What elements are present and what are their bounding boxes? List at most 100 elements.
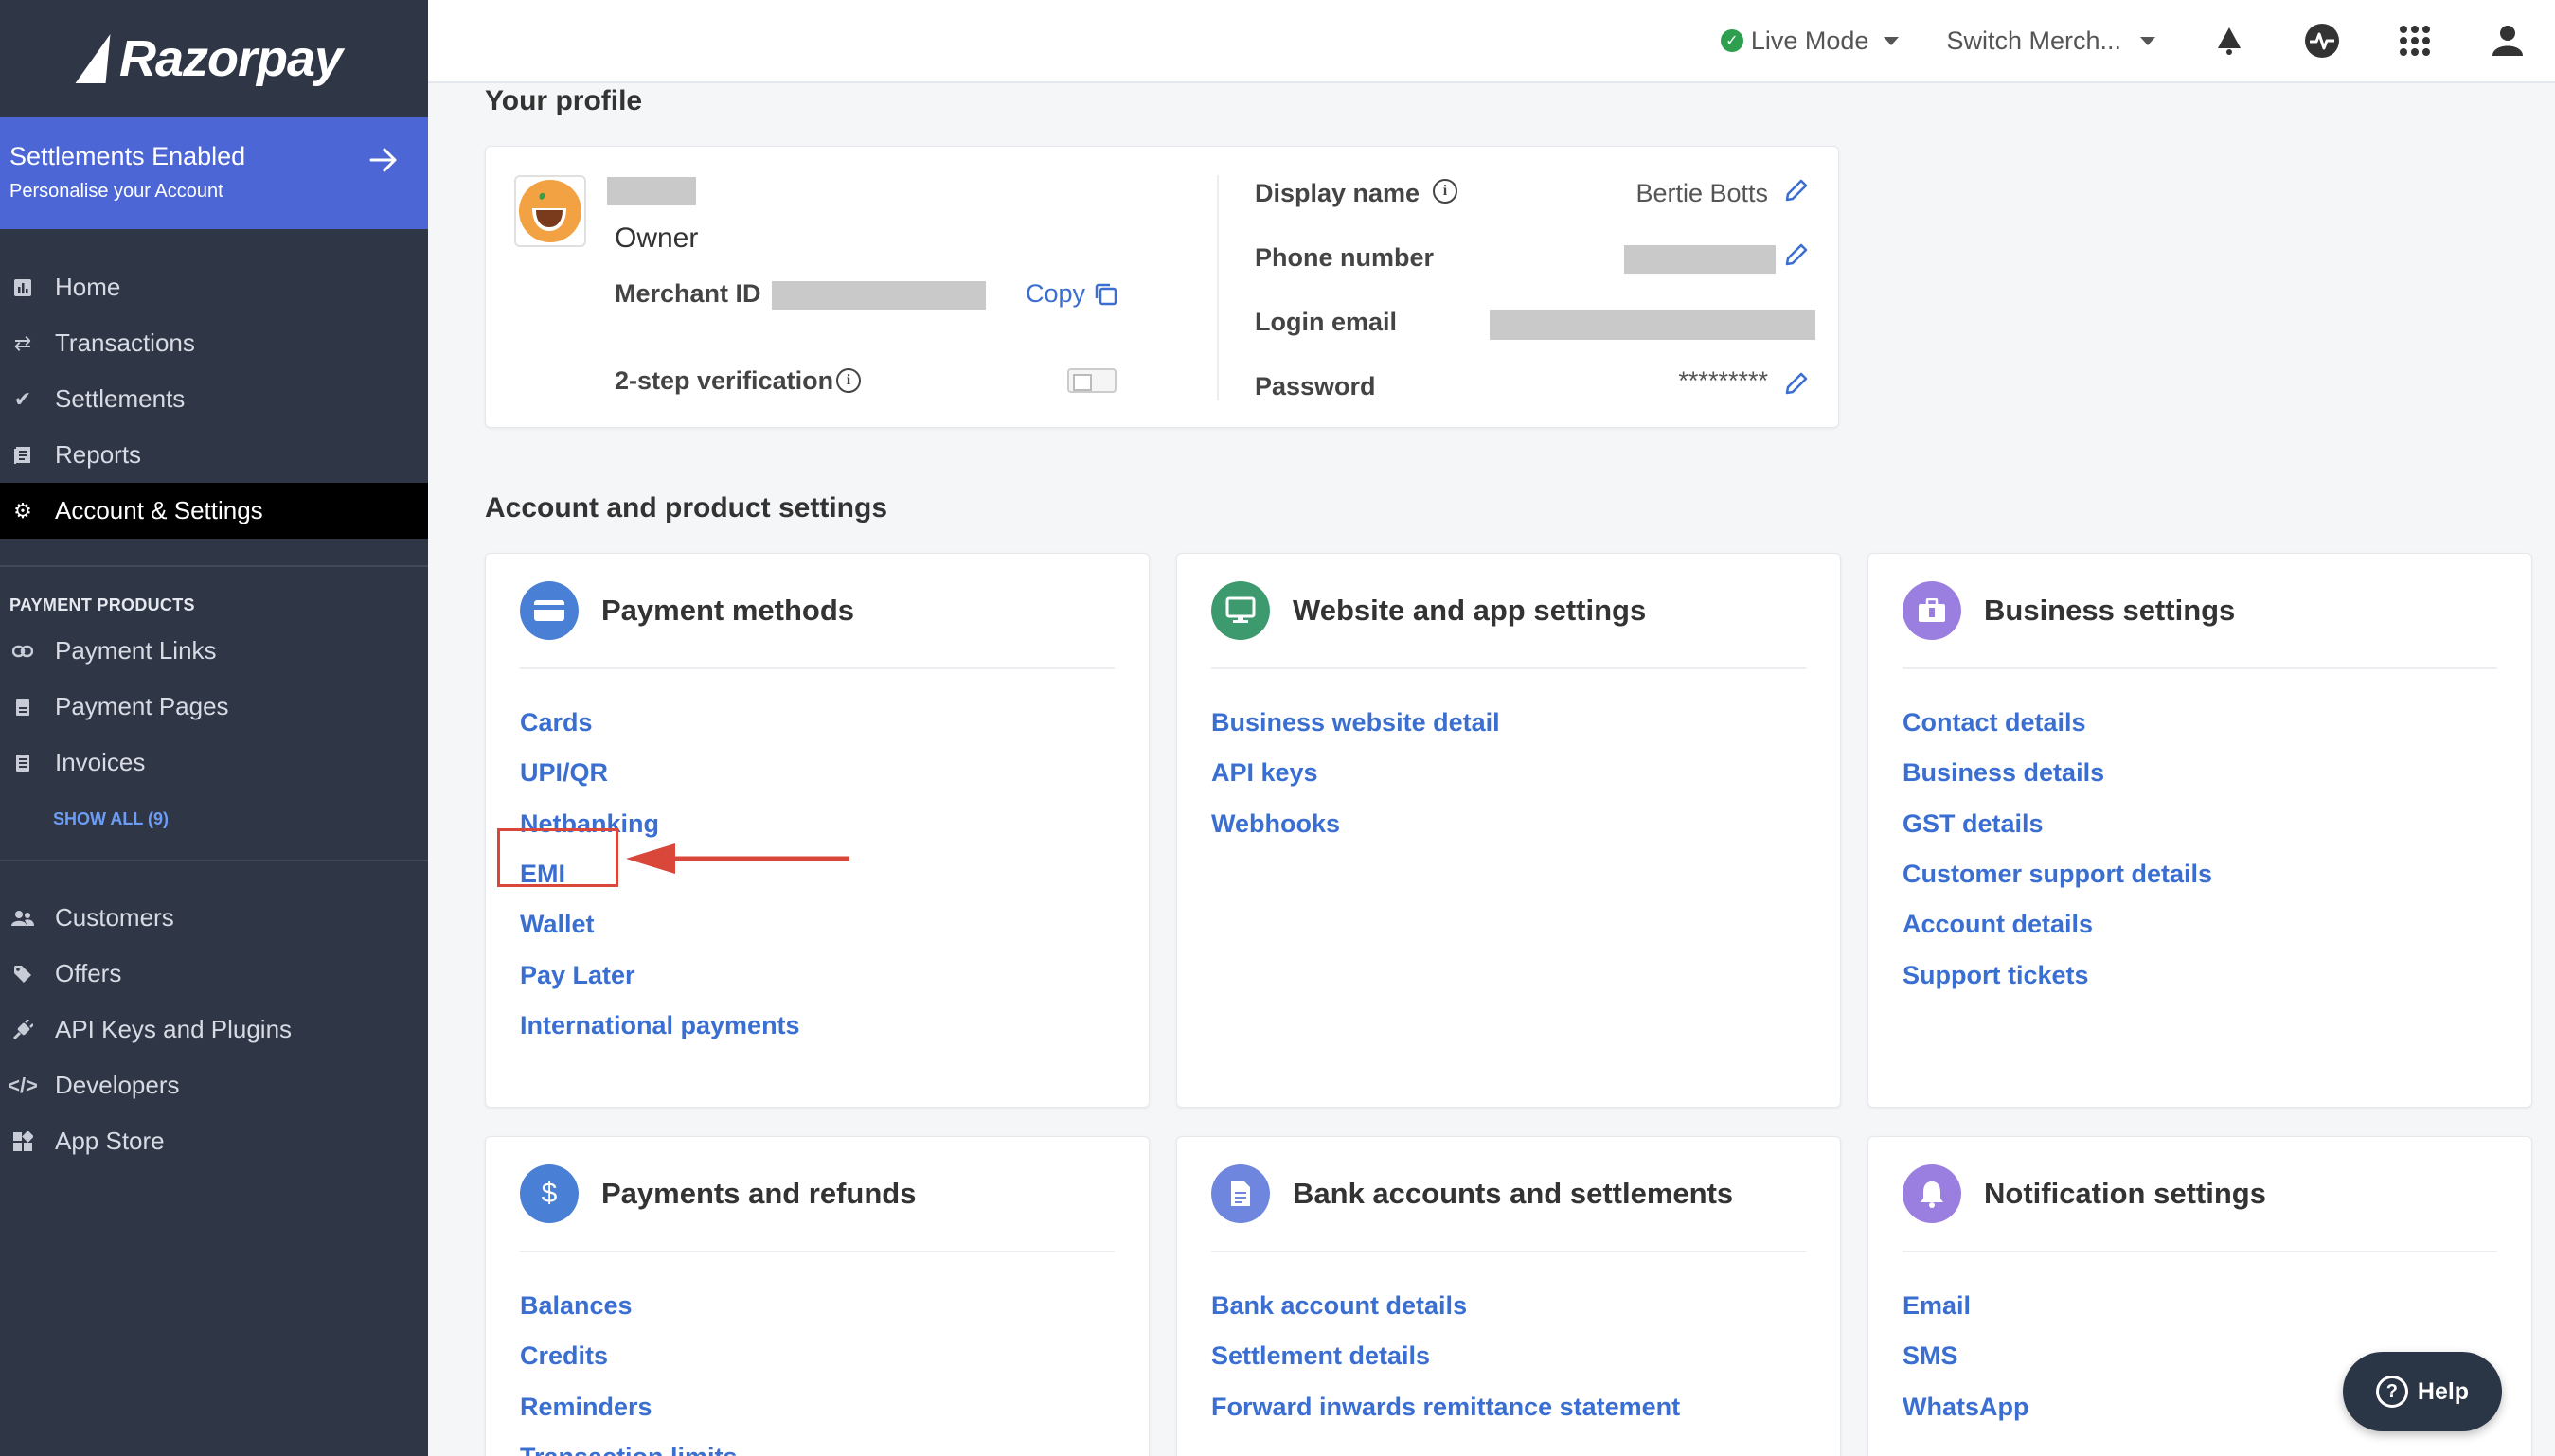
sidebar-item-developers[interactable]: </> Developers (0, 1057, 428, 1113)
announcement-icon[interactable] (2210, 22, 2248, 60)
copy-merchant-id-button[interactable]: Copy (1026, 279, 1119, 309)
link-bank-account-details[interactable]: Bank account details (1211, 1281, 1840, 1331)
card-header: Payment methods (520, 554, 1115, 669)
sidebar-item-label: Payment Pages (55, 692, 229, 720)
sidebar-item-payment-links[interactable]: Payment Links (0, 623, 428, 679)
redacted-merchant-id (772, 281, 986, 310)
teacup-avatar-icon (519, 180, 581, 242)
link-pay-later[interactable]: Pay Later (520, 950, 1149, 1000)
user-icon[interactable] (2489, 22, 2527, 60)
sidebar-item-api-keys-plugins[interactable]: API Keys and Plugins (0, 1002, 428, 1057)
arrow-right-icon (369, 148, 397, 172)
home-icon (11, 276, 34, 299)
link-icon (11, 640, 34, 663)
sidebar-item-label: Developers (55, 1071, 180, 1099)
link-international-payments[interactable]: International payments (520, 1001, 1149, 1051)
card-header: $ Payments and refunds (520, 1137, 1115, 1252)
display-name-value: Bertie Botts (1635, 179, 1768, 207)
profile-heading: Your profile (485, 85, 643, 116)
link-email[interactable]: Email (1903, 1281, 2531, 1331)
sidebar-item-app-store[interactable]: App Store (0, 1113, 428, 1169)
sidebar-item-reports[interactable]: Reports (0, 427, 428, 483)
profile-divider (1217, 175, 1219, 400)
mode-dropdown[interactable]: ✓ Live Mode (1720, 27, 1900, 56)
sidebar-item-transactions[interactable]: ⇄ Transactions (0, 315, 428, 371)
two-step-label: 2-step verification (615, 366, 834, 395)
login-email-label: Login email (1255, 308, 1398, 336)
settlements-banner[interactable]: Settlements Enabled Personalise your Acc… (0, 117, 428, 229)
link-gst-details[interactable]: GST details (1903, 799, 2531, 849)
transactions-icon: ⇄ (13, 330, 32, 355)
sidebar-item-settlements[interactable]: ✔ Settlements (0, 371, 428, 427)
banner-title: Settlements Enabled (9, 142, 246, 170)
card-title: Website and app settings (1293, 594, 1647, 627)
link-cards[interactable]: Cards (520, 698, 1149, 748)
help-label: Help (2417, 1377, 2470, 1405)
sidebar-item-account-settings[interactable]: ⚙ Account & Settings (0, 483, 428, 539)
activity-icon[interactable] (2303, 22, 2341, 60)
sidebar-item-label: App Store (55, 1127, 165, 1155)
password-value: ********* (1678, 366, 1768, 395)
link-account-details[interactable]: Account details (1903, 899, 2531, 950)
link-settlement-details[interactable]: Settlement details (1211, 1331, 1840, 1381)
edit-pencil-icon[interactable] (1783, 241, 1810, 268)
help-button[interactable]: ? Help (2343, 1352, 2502, 1431)
card-header: Website and app settings (1211, 554, 1806, 669)
switch-merchant-dropdown[interactable]: Switch Merch... (1946, 27, 2155, 56)
link-wallet[interactable]: Wallet (520, 899, 1149, 950)
dollar-icon: $ (520, 1164, 579, 1223)
link-business-website-detail[interactable]: Business website detail (1211, 698, 1840, 748)
info-icon[interactable]: i (1433, 179, 1457, 204)
link-business-details[interactable]: Business details (1903, 748, 2531, 798)
reports-icon (11, 444, 34, 467)
main-nav: Home ⇄ Transactions ✔ Settlements Report… (0, 229, 428, 539)
sidebar-item-customers[interactable]: Customers (0, 890, 428, 946)
link-support-tickets[interactable]: Support tickets (1903, 950, 2531, 1000)
sidebar: Razorpay Settlements Enabled Personalise… (0, 0, 428, 1456)
link-upi-qr[interactable]: UPI/QR (520, 748, 1149, 798)
edit-pencil-icon[interactable] (1783, 177, 1810, 204)
sidebar-item-payment-pages[interactable]: Payment Pages (0, 679, 428, 735)
link-api-keys[interactable]: API keys (1211, 748, 1840, 798)
link-contact-details[interactable]: Contact details (1903, 698, 2531, 748)
monitor-icon (1211, 581, 1270, 640)
sidebar-item-label: Account & Settings (55, 496, 263, 524)
link-transaction-limits[interactable]: Transaction limits (520, 1432, 1149, 1456)
copy-icon (1095, 283, 1117, 305)
card-title: Payment methods (601, 594, 855, 627)
redacted-business-name (607, 177, 696, 205)
razorpay-logo-icon (72, 32, 114, 85)
sidebar-item-home[interactable]: Home (0, 259, 428, 315)
website-app-settings-card: Website and app settings Business websit… (1176, 553, 1841, 1108)
sidebar-item-invoices[interactable]: Invoices (0, 735, 428, 790)
tag-icon (11, 963, 34, 985)
razorpay-logo[interactable]: Razorpay (0, 0, 428, 117)
sidebar-item-label: Invoices (55, 748, 146, 776)
bank-accounts-settlements-card: Bank accounts and settlements Bank accou… (1176, 1136, 1841, 1456)
display-name-label: Display name (1255, 179, 1420, 207)
grid-icon[interactable] (2396, 22, 2434, 60)
payment-methods-card: Payment methods Cards UPI/QR Netbanking … (485, 553, 1150, 1108)
sidebar-item-label: Settlements (55, 384, 186, 413)
sidebar-item-label: Offers (55, 959, 122, 987)
two-step-toggle[interactable] (1067, 368, 1117, 393)
sidebar-item-offers[interactable]: Offers (0, 946, 428, 1002)
link-webhooks[interactable]: Webhooks (1211, 799, 1840, 849)
check-circle-icon: ✓ (1720, 29, 1743, 52)
link-forward-inwards-remittance-statement[interactable]: Forward inwards remittance statement (1211, 1382, 1840, 1432)
annotation-arrow-icon (626, 843, 849, 874)
chevron-down-icon (1884, 36, 1900, 45)
link-reminders[interactable]: Reminders (520, 1382, 1149, 1432)
business-settings-card: Business settings Contact details Busine… (1867, 553, 2532, 1108)
link-credits[interactable]: Credits (520, 1331, 1149, 1381)
sidebar-item-label: Reports (55, 440, 142, 469)
edit-pencil-icon[interactable] (1783, 370, 1810, 397)
invoice-icon (11, 752, 34, 774)
link-customer-support-details[interactable]: Customer support details (1903, 849, 2531, 899)
apps-icon (11, 1130, 34, 1153)
page-icon (11, 696, 34, 719)
link-balances[interactable]: Balances (520, 1281, 1149, 1331)
info-icon[interactable]: i (836, 368, 861, 393)
sidebar-divider (0, 860, 428, 861)
show-all-link[interactable]: SHOW ALL (9) (0, 809, 428, 829)
